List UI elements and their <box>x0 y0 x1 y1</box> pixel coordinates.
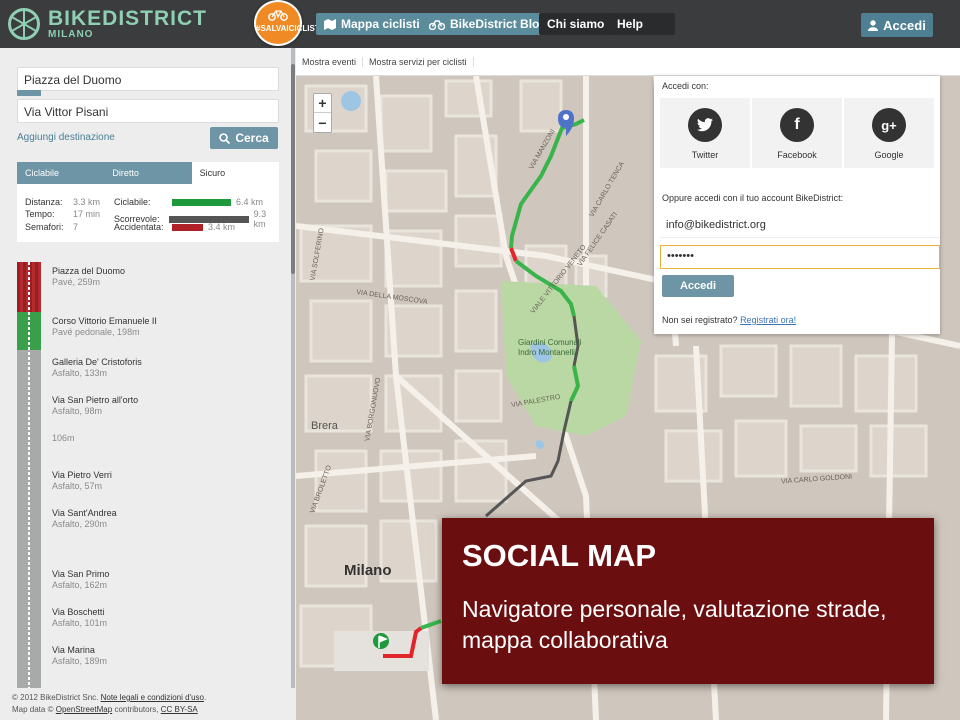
overlay-body: Navigatore personale, valutazione strade… <box>462 596 887 653</box>
popup-subtitle: Oppure accedi con il tuo account BikeDis… <box>662 193 844 203</box>
submit-login-button[interactable]: Accedi <box>662 275 734 297</box>
route-step[interactable]: Via Sant'Andrea Asfalto, 290m <box>52 508 117 529</box>
search-button[interactable]: Cerca <box>210 127 278 149</box>
search-button-label: Cerca <box>235 131 269 145</box>
route-step[interactable]: Via Boschetti Asfalto, 101m <box>52 607 107 628</box>
panel-scroll-thumb[interactable] <box>291 64 295 274</box>
map-toolbar: Mostra eventi Mostra servizi per ciclist… <box>296 48 960 76</box>
bar-accidentata: Accidentata: 3.4 km <box>114 222 236 232</box>
google-login[interactable]: g+ Google <box>844 98 934 168</box>
search-icon <box>219 132 231 144</box>
map-icon <box>324 18 336 30</box>
brand-title: BIKEDISTRICT <box>48 7 207 30</box>
email-field[interactable]: info@bikedistrict.org <box>660 214 940 238</box>
map-label-city: Milano <box>344 562 392 579</box>
password-field[interactable]: ••••••• <box>660 245 940 269</box>
brand-subtitle: MILANO <box>48 29 94 40</box>
stat-distance: Distanza: 3.3 km <box>25 197 101 207</box>
bicycle-icon <box>429 19 445 30</box>
register-line: Non sei registrato? Registrati ora! <box>662 315 797 325</box>
nav-label: Help <box>617 17 644 31</box>
nav-blog[interactable]: BikeDistrict Blog <box>421 13 555 35</box>
login-label: Accedi <box>883 17 926 33</box>
twitter-login[interactable]: Twitter <box>660 98 750 168</box>
nav-chi-siamo[interactable]: Chi siamo <box>539 13 613 35</box>
tab-diretto[interactable]: Diretto <box>104 162 192 184</box>
facebook-login[interactable]: f Facebook <box>752 98 842 168</box>
zoom-out-button[interactable]: − <box>314 113 331 132</box>
badge-text: #SALVAICICLISTI <box>256 24 322 33</box>
route-step[interactable]: Piazza del Duomo Pavé, 259m <box>52 266 125 287</box>
show-events-toggle[interactable]: Mostra eventi <box>296 56 364 67</box>
stat-traffic-lights: Semafori: 7 <box>25 222 79 232</box>
origin-field[interactable]: Piazza del Duomo <box>17 67 279 91</box>
add-destination-link[interactable]: Aggiungi destinazione <box>17 132 115 143</box>
footer: © 2012 BikeDistrict Snc. Note legali e c… <box>0 688 296 720</box>
osm-link[interactable]: OpenStreetMap <box>56 705 112 714</box>
origin-marker[interactable] <box>373 633 389 649</box>
route-step[interactable]: 106m <box>52 433 75 443</box>
top-navbar: BIKEDISTRICT MILANO #SALVAICICLISTI Mapp… <box>0 0 960 48</box>
bar-fill <box>172 223 203 231</box>
route-stats: Distanza: 3.3 km Tempo: 17 min Semafori: 7 … <box>17 184 279 242</box>
nav-label: BikeDistrict Blog <box>450 17 547 31</box>
app-root: BIKEDISTRICT MILANO #SALVAICICLISTI Mapp… <box>0 0 960 720</box>
stat-time: Tempo: 17 min <box>25 209 101 219</box>
tab-sicuro[interactable]: Sicuro <box>191 162 279 184</box>
route-step[interactable]: Via Marina Asfalto, 189m <box>52 645 107 666</box>
bar-ciclabile: Ciclabile: 6.4 km <box>114 197 264 207</box>
nav-mappa-ciclisti[interactable]: Mappa ciclisti <box>316 13 428 35</box>
tab-ciclabile[interactable]: Ciclabile <box>17 162 105 184</box>
brand-logo[interactable]: BIKEDISTRICT MILANO <box>8 8 207 40</box>
origin-field-accent <box>17 90 41 96</box>
license-link[interactable]: CC BY-SA <box>161 705 198 714</box>
route-step[interactable]: Corso Vittorio Emanuele II Pavé pedonale,… <box>52 316 157 337</box>
salvaiciclisti-badge[interactable]: #SALVAICICLISTI <box>254 0 322 46</box>
route-step[interactable]: Via Pietro Verri Asfalto, 57m <box>52 470 112 491</box>
bike-wheel-icon <box>8 8 40 40</box>
show-services-toggle[interactable]: Mostra servizi per ciclisti <box>363 56 474 67</box>
popup-title: Accedi con: <box>662 81 709 91</box>
bar-fill <box>172 198 231 206</box>
login-popup: Accedi con: Twitter f Facebook g+ Google… <box>654 76 940 334</box>
route-type-tabs: Ciclabile Diretto Sicuro <box>17 162 279 184</box>
strip-centerline <box>28 262 30 688</box>
map-label-park: Giardini Comunali Indro Montanelli <box>518 338 582 357</box>
zoom-control: + − <box>313 93 332 133</box>
overlay-title: SOCIAL MAP <box>462 538 657 573</box>
google-plus-icon: g+ <box>872 108 906 142</box>
register-link[interactable]: Registrati ora! <box>740 315 796 325</box>
route-step[interactable]: Via San Primo Asfalto, 162m <box>52 569 109 590</box>
feature-overlay: SOCIAL MAP Navigatore personale, valutaz… <box>442 518 934 684</box>
route-step[interactable]: Via San Pietro all'orto Asfalto, 98m <box>52 395 138 416</box>
bicycle-icon <box>268 10 288 21</box>
route-step[interactable]: Galleria De' Cristoforis Asfalto, 133m <box>52 357 142 378</box>
legal-link[interactable]: Note legali e condizioni d'uso <box>101 693 204 702</box>
user-icon <box>868 19 879 31</box>
nav-label: Mappa ciclisti <box>341 17 420 31</box>
map-label-brera: Brera <box>311 420 338 432</box>
login-button[interactable]: Accedi <box>861 13 933 37</box>
destination-field[interactable]: Via Vittor Pisani <box>17 99 279 123</box>
twitter-icon <box>688 108 722 142</box>
zoom-in-button[interactable]: + <box>314 94 331 113</box>
nav-label: Chi siamo <box>547 17 605 31</box>
facebook-icon: f <box>780 108 814 142</box>
nav-help[interactable]: Help <box>609 13 675 35</box>
